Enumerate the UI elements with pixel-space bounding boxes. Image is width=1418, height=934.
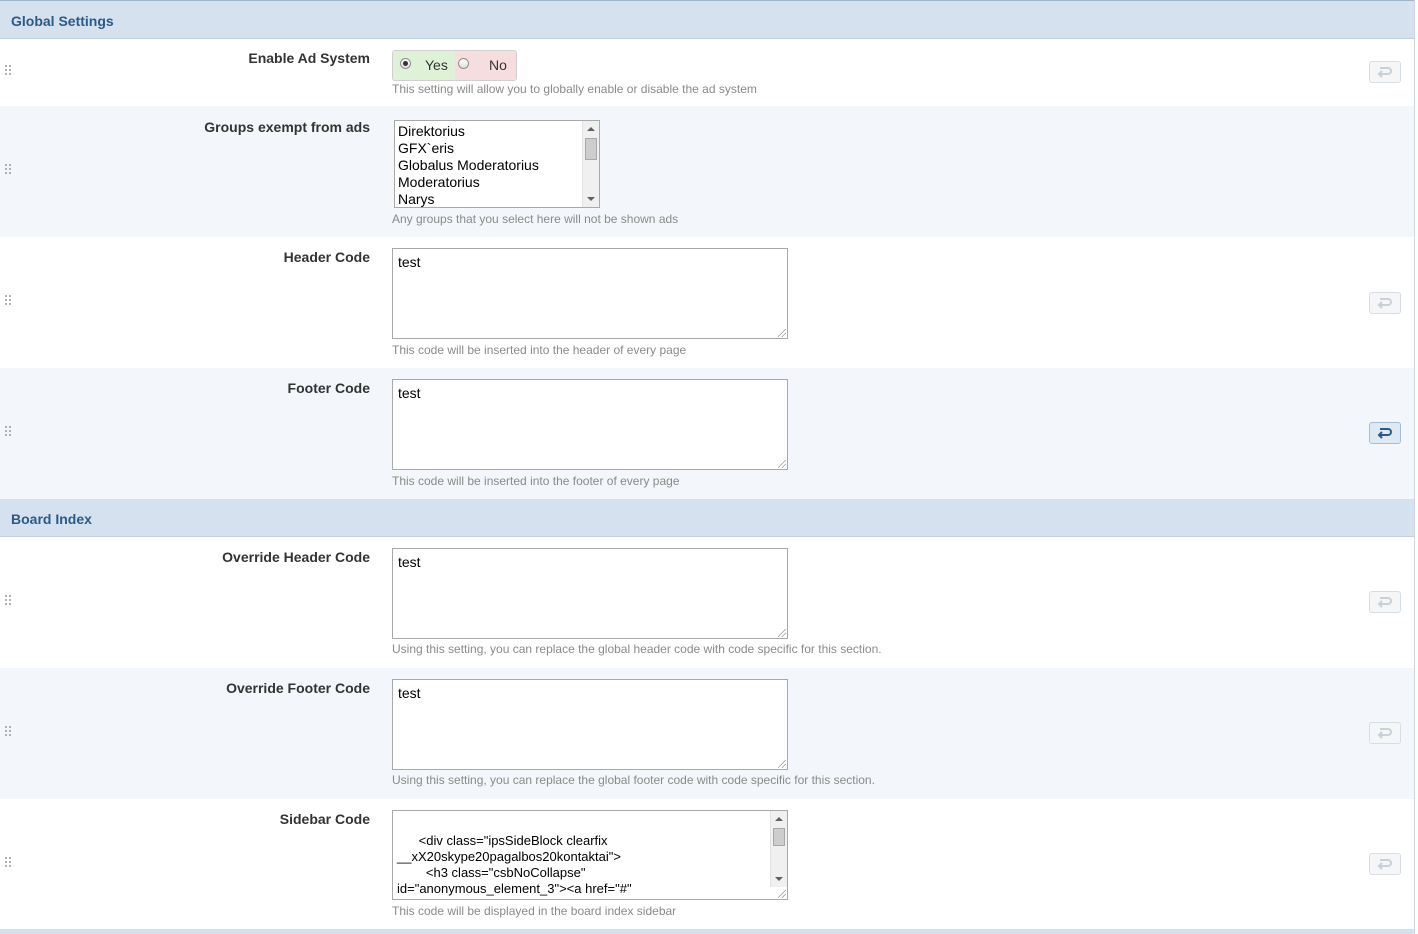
revert-arrow-icon — [1377, 728, 1392, 739]
textarea-scrollbar[interactable] — [770, 811, 787, 887]
no-option[interactable]: No — [455, 51, 516, 80]
drag-handle-icon[interactable] — [5, 65, 11, 77]
textarea-value: test — [398, 254, 421, 270]
resize-grip-icon[interactable] — [778, 460, 786, 468]
revert-arrow-icon — [1377, 597, 1392, 608]
revert-arrow-icon — [1377, 428, 1392, 439]
scroll-thumb[interactable] — [585, 138, 597, 160]
drag-handle-icon[interactable] — [5, 164, 11, 176]
textarea-value: test — [398, 685, 421, 701]
setting-description: Any groups that you select here will not… — [392, 212, 679, 226]
revert-button[interactable] — [1369, 292, 1401, 314]
revert-arrow-icon — [1377, 859, 1392, 870]
setting-label: Override Footer Code — [226, 680, 370, 696]
yes-no-toggle: Yes No — [392, 50, 517, 81]
setting-row-override-header: Override Header Code test Using this set… — [0, 537, 1414, 668]
scroll-up-icon[interactable] — [587, 127, 595, 131]
section-header-global-settings: Global Settings — [0, 1, 1414, 39]
drag-handle-icon[interactable] — [5, 857, 11, 869]
setting-label: Groups exempt from ads — [204, 119, 370, 135]
scroll-thumb[interactable] — [773, 828, 785, 846]
setting-label: Header Code — [283, 249, 370, 265]
no-label: No — [489, 57, 507, 73]
override-footer-textarea[interactable]: test — [392, 679, 788, 770]
group-option[interactable]: Globalus Moderatorius — [398, 157, 539, 173]
revert-button[interactable] — [1369, 61, 1401, 83]
setting-row-footer-code: Footer Code test This code will be inser… — [0, 368, 1414, 499]
setting-description: Using this setting, you can replace the … — [392, 642, 882, 656]
revert-arrow-icon — [1377, 298, 1392, 309]
footer-code-textarea[interactable]: test — [392, 379, 788, 470]
setting-row-groups-exempt: Groups exempt from ads Direktorius GFX`e… — [0, 106, 1414, 237]
setting-label: Sidebar Code — [279, 811, 370, 827]
revert-button[interactable] — [1369, 422, 1401, 444]
group-option[interactable]: Narys — [398, 191, 435, 207]
setting-description: This setting will allow you to globally … — [392, 82, 757, 96]
settings-page: Global Settings Enable Ad System Yes No … — [0, 0, 1415, 934]
sidebar-code-textarea[interactable]: <div class="ipsSideBlock clearfix __xX20… — [392, 810, 788, 900]
bottom-border — [0, 929, 1414, 934]
section-title: Board Index — [11, 511, 92, 527]
setting-row-override-footer: Override Footer Code test Using this set… — [0, 668, 1414, 799]
setting-row-enable-ad-system: Enable Ad System Yes No This setting wil… — [0, 39, 1414, 106]
setting-label: Footer Code — [287, 380, 370, 396]
setting-row-sidebar-code: Sidebar Code <div class="ipsSideBlock cl… — [0, 799, 1414, 929]
setting-description: This code will be displayed in the board… — [392, 904, 677, 918]
scroll-down-icon[interactable] — [775, 877, 783, 881]
no-radio[interactable] — [458, 58, 469, 69]
setting-label: Enable Ad System — [248, 50, 370, 66]
group-option[interactable]: Moderatorius — [398, 174, 480, 190]
textarea-value: <div class="ipsSideBlock clearfix __xX20… — [397, 833, 702, 899]
resize-grip-icon[interactable] — [778, 890, 786, 898]
revert-arrow-icon — [1377, 67, 1392, 78]
drag-handle-icon[interactable] — [5, 726, 11, 738]
drag-handle-icon[interactable] — [5, 595, 11, 607]
listbox-scrollbar[interactable] — [582, 121, 599, 207]
groups-multiselect[interactable]: Direktorius GFX`eris Globalus Moderatori… — [394, 120, 600, 208]
section-title: Global Settings — [11, 13, 114, 29]
header-code-textarea[interactable]: test — [392, 248, 788, 339]
group-option[interactable]: Direktorius — [398, 123, 465, 139]
revert-button[interactable] — [1369, 722, 1401, 744]
resize-grip-icon[interactable] — [778, 760, 786, 768]
setting-description: Using this setting, you can replace the … — [392, 773, 875, 787]
scroll-down-icon[interactable] — [587, 197, 595, 201]
yes-radio[interactable] — [400, 58, 411, 69]
drag-handle-icon[interactable] — [5, 295, 11, 307]
resize-grip-icon[interactable] — [778, 329, 786, 337]
textarea-value: test — [398, 554, 421, 570]
yes-label: Yes — [425, 57, 448, 73]
revert-button[interactable] — [1369, 591, 1401, 613]
section-header-board-index: Board Index — [0, 499, 1414, 537]
textarea-value: test — [398, 385, 421, 401]
setting-description: This code will be inserted into the head… — [392, 343, 687, 357]
revert-button[interactable] — [1369, 853, 1401, 875]
setting-description: This code will be inserted into the foot… — [392, 474, 680, 488]
setting-row-header-code: Header Code test This code will be inser… — [0, 237, 1414, 368]
override-header-textarea[interactable]: test — [392, 548, 788, 639]
setting-label: Override Header Code — [222, 549, 370, 565]
group-option[interactable]: GFX`eris — [398, 140, 454, 156]
scroll-up-icon[interactable] — [775, 817, 783, 821]
resize-grip-icon[interactable] — [778, 629, 786, 637]
drag-handle-icon[interactable] — [5, 426, 11, 438]
yes-option[interactable]: Yes — [393, 51, 456, 80]
